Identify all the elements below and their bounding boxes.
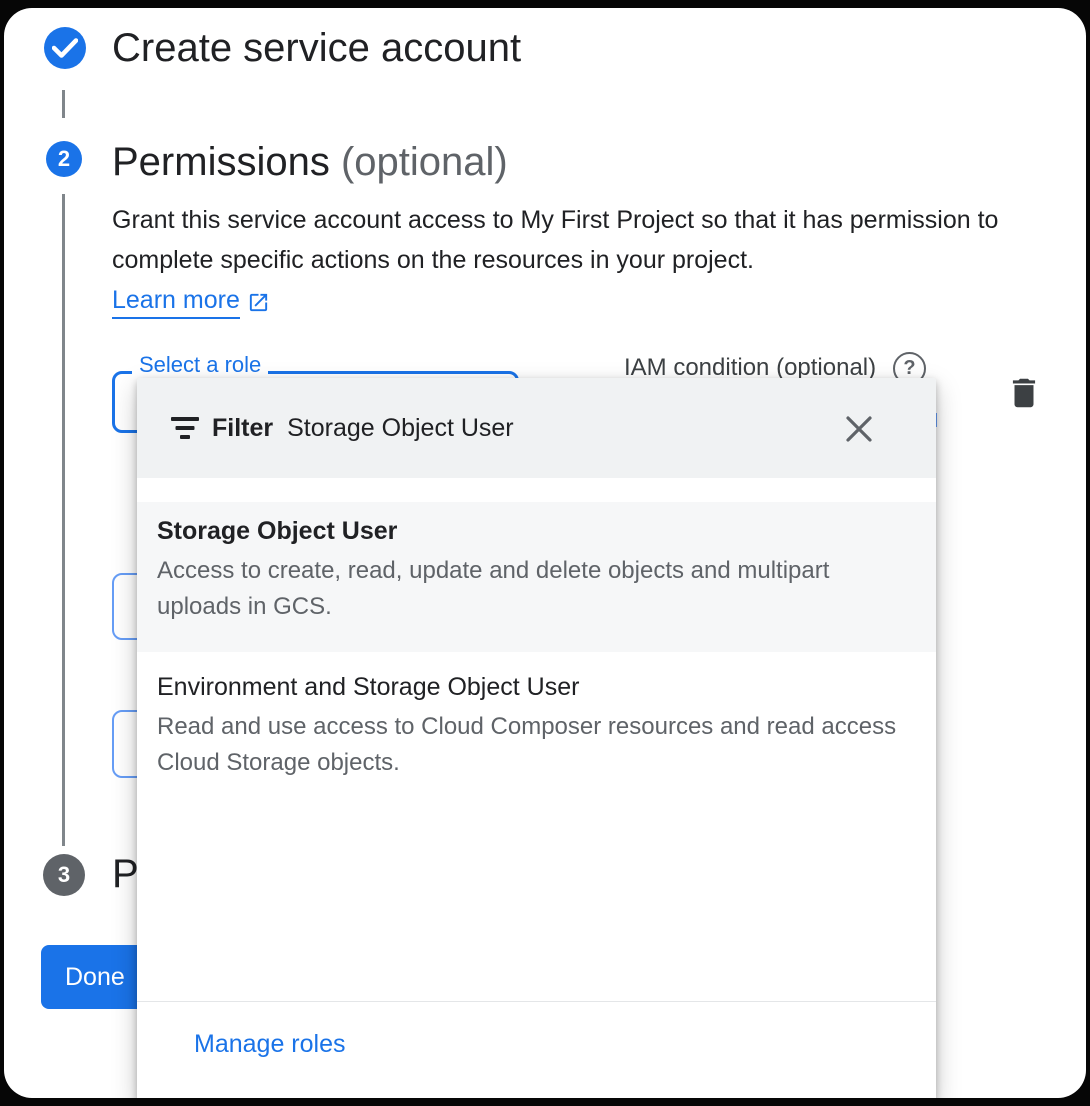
role-option-description: Read and use access to Cloud Composer re… xyxy=(157,709,916,781)
step3-number: 3 xyxy=(58,862,70,888)
step2-circle: 2 xyxy=(46,141,82,177)
step3-circle[interactable]: 3 xyxy=(43,854,85,896)
step2-number: 2 xyxy=(58,146,70,172)
role-option-description: Access to create, read, update and delet… xyxy=(157,553,916,625)
learn-more[interactable]: Learn more xyxy=(112,286,270,319)
stepper-connector xyxy=(62,194,65,846)
role-option-title: Environment and Storage Object User xyxy=(157,672,916,702)
trash-icon[interactable] xyxy=(1005,371,1043,415)
step2-title-optional: (optional) xyxy=(341,140,508,184)
filter-input[interactable]: Storage Object User xyxy=(287,414,514,443)
step1-completed-circle[interactable] xyxy=(44,27,86,69)
select-role-label: Select a role xyxy=(132,352,268,378)
external-link-icon xyxy=(247,291,270,314)
step3-title-partial: P xyxy=(112,848,139,900)
step2-title: Permissions (optional) xyxy=(112,136,508,188)
help-glyph: ? xyxy=(903,357,915,380)
role-option-title: Storage Object User xyxy=(157,516,916,546)
role-option-storage-object-user[interactable]: Storage Object User Access to create, re… xyxy=(137,502,936,652)
learn-more-link[interactable]: Learn more xyxy=(112,286,240,319)
filter-label: Filter xyxy=(212,414,273,443)
permissions-description: Grant this service account access to My … xyxy=(112,200,1052,280)
panel-divider xyxy=(137,1001,936,1002)
role-option-environment-storage-object-user[interactable]: Environment and Storage Object User Read… xyxy=(137,658,936,808)
step2-title-text: Permissions xyxy=(112,140,330,184)
check-icon xyxy=(52,38,78,58)
manage-roles-link[interactable]: Manage roles xyxy=(194,1028,345,1060)
step1-title: Create service account xyxy=(112,22,521,74)
role-filter-bar[interactable]: Filter Storage Object User xyxy=(137,378,936,478)
create-service-account-card: Create service account 2 Permissions (op… xyxy=(4,8,1086,1098)
filter-list-icon xyxy=(171,416,199,440)
stepper-connector xyxy=(62,90,65,118)
role-dropdown-panel: Filter Storage Object User Storage Objec… xyxy=(137,378,936,1098)
close-icon[interactable] xyxy=(844,414,874,444)
